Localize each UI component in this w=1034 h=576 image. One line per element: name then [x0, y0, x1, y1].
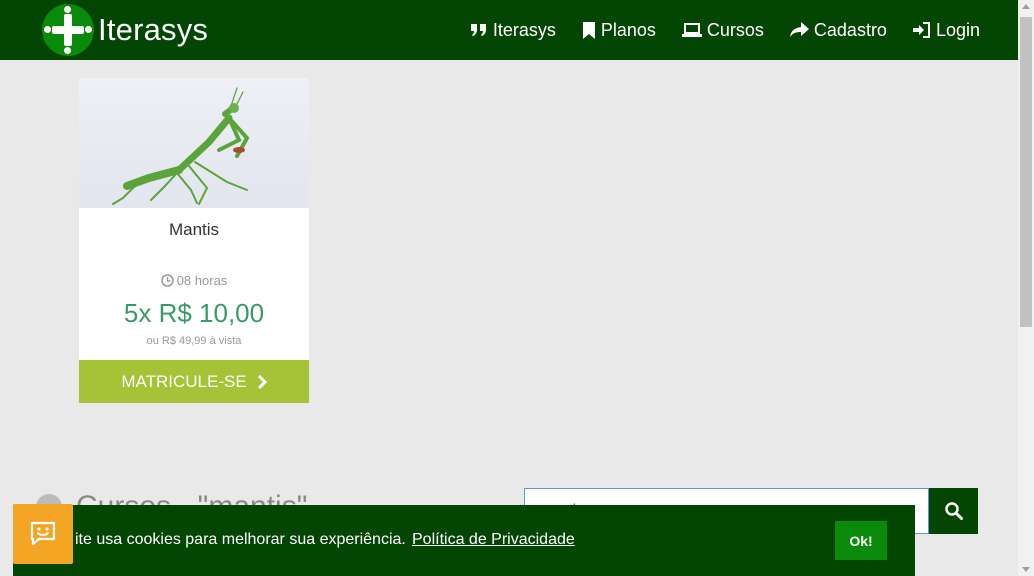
- scroll-up-arrow-icon[interactable]: [1022, 4, 1030, 9]
- course-installment-price: 5x R$ 10,00: [123, 298, 265, 328]
- nav-item-label: Cursos: [706, 19, 764, 40]
- cookie-message: ite usa cookies para melhorar sua experi…: [75, 531, 406, 548]
- nav-item-cursos[interactable]: Cursos: [681, 19, 764, 41]
- course-hours: 08 horas: [79, 273, 309, 288]
- nav-item-label: Login: [935, 19, 980, 40]
- navbar: Iterasys Iterasys Planos Cursos Cadastro…: [0, 0, 1018, 60]
- scroll-down-arrow-icon[interactable]: [1022, 567, 1030, 572]
- search-button[interactable]: [929, 488, 978, 534]
- nav-menu: Iterasys Planos Cursos Cadastro Login: [444, 0, 980, 60]
- share-icon: [789, 22, 809, 37]
- enroll-button-label: MATRICULE-SE: [121, 371, 247, 391]
- cookie-banner: ite usa cookies para melhorar sua experi…: [13, 505, 915, 576]
- search-icon: [944, 502, 963, 520]
- privacy-policy-link[interactable]: Política de Privacidade: [412, 531, 575, 549]
- laptop-icon: [681, 22, 702, 37]
- course-card: Mantis 08 horas 5x R$ 10,00 ou R$ 49,99 …: [79, 78, 309, 403]
- course-hours-text: 08 horas: [176, 273, 228, 288]
- nav-item-cadastro[interactable]: Cadastro: [789, 19, 887, 41]
- clock-icon: [160, 274, 174, 287]
- enroll-button[interactable]: MATRICULE-SE: [79, 360, 309, 403]
- course-image[interactable]: [79, 78, 309, 208]
- chat-widget-button[interactable]: [13, 504, 73, 564]
- scroll-thumb[interactable]: [1020, 17, 1032, 327]
- nav-item-label: Cadastro: [813, 19, 887, 40]
- bookmark-icon: [582, 21, 595, 39]
- brand-name: Iterasys: [98, 12, 209, 47]
- sign-in-icon: [912, 22, 930, 38]
- brand-link[interactable]: Iterasys: [42, 4, 209, 56]
- course-full-price: ou R$ 49,99 à vista: [146, 335, 242, 347]
- nav-item-iterasys[interactable]: Iterasys: [470, 20, 556, 41]
- quote-icon: [470, 24, 486, 36]
- nav-item-planos[interactable]: Planos: [582, 20, 656, 41]
- nav-item-label: Iterasys: [492, 19, 556, 40]
- nav-item-label: Planos: [600, 19, 656, 40]
- page-scrollbar[interactable]: [1018, 0, 1034, 576]
- chevron-right-icon: [257, 374, 267, 389]
- nav-item-login[interactable]: Login: [912, 19, 980, 41]
- mantis-image: [112, 87, 250, 205]
- iterasys-logo-icon: [42, 4, 94, 56]
- cookie-ok-button[interactable]: Ok!: [835, 521, 887, 560]
- course-title[interactable]: Mantis: [79, 220, 309, 240]
- chat-smile-icon: [30, 521, 56, 546]
